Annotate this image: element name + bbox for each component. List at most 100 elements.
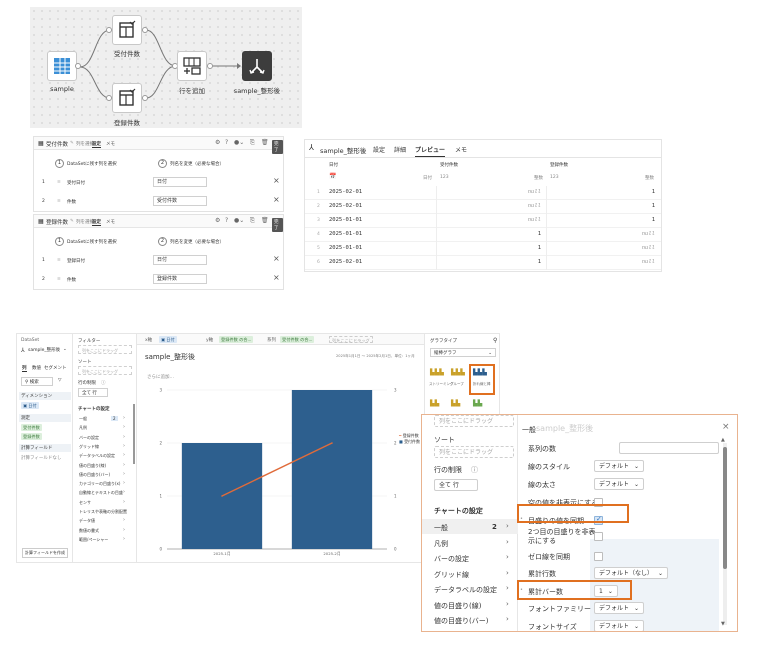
chart-thumb-line-bar[interactable]: ▙▙▙ [473,369,487,376]
create-calc-field-button[interactable]: 計算フィールドを作成 [22,548,68,558]
rename-input[interactable]: 受付件数 [153,196,207,206]
tab-settings[interactable]: 設定 [92,141,101,148]
node-sample-port[interactable] [75,63,81,69]
table-row[interactable]: 3 2025-01-01 null 1 [305,214,661,228]
chevron-down-icon[interactable]: ⌄ [63,347,67,352]
dataflow-canvas[interactable]: sample 受付件数 登録件数 行を追加 sample_整形後 [30,7,302,128]
setting-dropdown[interactable]: デフォルト ⌄ [594,620,645,631]
chart-thumb[interactable]: ▙▙ [451,400,460,407]
tab-columns[interactable]: 列 [22,365,27,372]
setting-checkbox[interactable] [594,532,603,541]
sort-drop-zone[interactable]: 列をここにドラッグ [78,366,132,375]
settings-item[interactable]: 凡例 › [77,424,131,433]
settings-item[interactable]: センサ › [77,499,131,508]
node-toroku-out-port[interactable] [142,95,148,101]
setting-checkbox[interactable] [594,552,603,561]
close-icon[interactable]: × [722,422,730,432]
settings-item[interactable]: データ値 › [77,517,131,526]
rename-input[interactable]: 登録件数 [153,274,207,284]
node-addrow-out-port[interactable] [207,63,213,69]
tab-memo[interactable]: メモ [106,141,115,147]
node-uketsuke-out-port[interactable] [142,27,148,33]
settings-menu-item[interactable]: 値の目盛り(線) › [422,599,518,613]
settings-item[interactable]: 自動線とテキストの目盛 › [77,489,131,498]
setting-dropdown[interactable]: デフォルト ⌄ [594,478,645,490]
sort-drop-zone[interactable]: 列をここにドラッグ [434,446,514,458]
settings-item[interactable]: 数値の書式 › [77,527,131,536]
line-point[interactable] [221,495,223,497]
node-output[interactable] [242,51,272,81]
chart-thumb-stream[interactable]: ▙▙▙ [430,369,444,376]
node-sample[interactable] [47,51,77,81]
copy-icon[interactable]: ⎘ [250,217,255,225]
settings-item[interactable]: 範囲/ペーシャー › [77,536,131,545]
dimension-header[interactable]: ディメンション [19,392,71,400]
settings-menu-item[interactable]: カテゴリーの目盛り(x)› [422,630,518,632]
settings-icon[interactable]: ⚙ [215,139,220,146]
settings-item[interactable]: バーの設定 › [77,434,131,443]
filter-drop-zone[interactable]: 列をここにドラッグ [78,345,132,354]
measure-chip-toroku[interactable]: 登録件数 [21,433,42,440]
drag-handle-icon[interactable]: ≡ [57,258,61,263]
status-icon[interactable]: ●⌄ [234,217,244,224]
table-row[interactable]: 5 2025-01-01 1 null [305,242,661,256]
table-row[interactable]: 6 2025-02-01 1 null [305,256,661,270]
table-row[interactable]: 4 2025-01-01 1 null [305,228,661,242]
settings-item[interactable]: グリッド線 › [77,443,131,452]
tab-settings[interactable]: 設定 [92,219,101,226]
remove-icon[interactable]: × [273,195,280,204]
status-icon[interactable]: ●⌄ [234,139,244,146]
settings-item[interactable]: 値の目盛り(バー) › [77,471,131,480]
bar-登録件数[interactable] [291,390,373,549]
delete-icon[interactable]: 🗑 [261,139,269,146]
drag-handle-icon[interactable]: ≡ [57,199,61,204]
remove-icon[interactable]: × [273,176,280,185]
dimension-chip-date[interactable]: ▣ 日付 [21,402,39,409]
tab-memo[interactable]: メモ [455,145,467,154]
tab-segments[interactable]: セグメント [44,365,67,371]
settings-menu-item[interactable]: データラベルの設定 › [422,583,518,597]
settings-item[interactable]: 一般 › 2 [77,415,131,424]
measure-header[interactable]: 測定 [19,414,71,422]
settings-item[interactable]: データラベルの設定 › [77,452,131,461]
drag-handle-icon[interactable]: ≡ [57,277,61,282]
chart-thumb-group[interactable]: ▙▙▙ [451,369,465,376]
scrollbar[interactable] [133,404,135,464]
settings-item[interactable]: トレリスや表軸の分割配置 › [77,508,131,517]
settings-menu-item[interactable]: 一般 2 › [422,521,518,535]
settings-item[interactable]: 値の目盛り(線) › [77,462,131,471]
settings-menu-item[interactable]: 値の目盛り(バー) › [422,614,518,628]
search-icon[interactable]: ⚲ [493,337,497,344]
settings-menu-item[interactable]: グリッド線 › [422,568,518,582]
drag-handle-icon[interactable]: ≡ [57,180,61,185]
tab-settings[interactable]: 設定 [373,145,385,154]
row-limit-input[interactable]: 全て 行 [78,388,108,397]
copy-icon[interactable]: ⎘ [250,139,255,147]
scroll-up-icon[interactable]: ▲ [721,437,725,443]
help-icon[interactable]: ? [225,217,228,224]
rename-input[interactable]: 日付 [153,255,207,265]
delete-icon[interactable]: 🗑 [261,217,269,224]
tab-details[interactable]: 詳細 [394,145,406,154]
done-button[interactable]: 完了 [272,140,283,154]
settings-menu-item[interactable]: バーの設定 › [422,552,518,566]
edit-icon[interactable]: ✎ [70,141,74,146]
line-point[interactable] [331,442,333,444]
scroll-down-icon[interactable]: ▼ [721,621,725,627]
filter-icon[interactable]: ▽ [58,378,61,383]
setting-dropdown[interactable]: デフォルト ⌄ [594,460,645,472]
series-count-input[interactable] [619,442,719,454]
legend-item-uketsuke[interactable]: ■ 受付件数 [399,439,420,445]
node-uketsuke[interactable] [112,15,142,45]
dataset-name[interactable]: sample_整形後 [28,347,60,353]
edit-icon[interactable]: ✎ [70,219,74,224]
chart-thumb[interactable]: ▙▙ [473,400,482,407]
setting-dropdown[interactable]: デフォルト（なし） ⌄ [594,567,669,579]
rename-input[interactable]: 日付 [153,177,207,187]
help-icon[interactable]: ? [225,139,228,146]
scrollbar-thumb[interactable] [723,447,727,569]
tab-memo[interactable]: メモ [106,219,115,225]
chart-type-select[interactable]: 縦棒グラフ ⌄ [430,348,496,357]
remove-icon[interactable]: × [273,273,280,282]
settings-menu-item[interactable]: 凡例 › [422,537,518,551]
